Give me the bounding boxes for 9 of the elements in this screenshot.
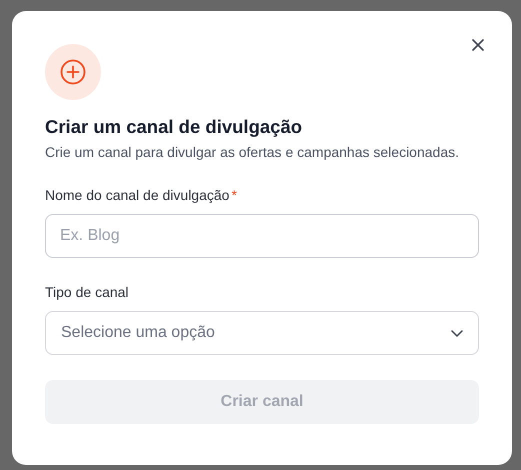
chevron-down-icon [451,330,463,337]
close-button[interactable] [470,37,486,53]
field-label: Tipo de canal [45,283,129,302]
field-label: Nome do canal de divulgação [45,186,230,206]
select-field[interactable]: Selecione uma opção [45,311,479,356]
dialog-description: Crie um canal para divulgar as ofertas e campanhas selecionadas. [45,143,460,162]
text-field[interactable]: Ex. Blog [45,214,479,258]
required-mark: * [231,186,237,206]
dialog-title: Criar um canal de divulgação [45,115,304,139]
